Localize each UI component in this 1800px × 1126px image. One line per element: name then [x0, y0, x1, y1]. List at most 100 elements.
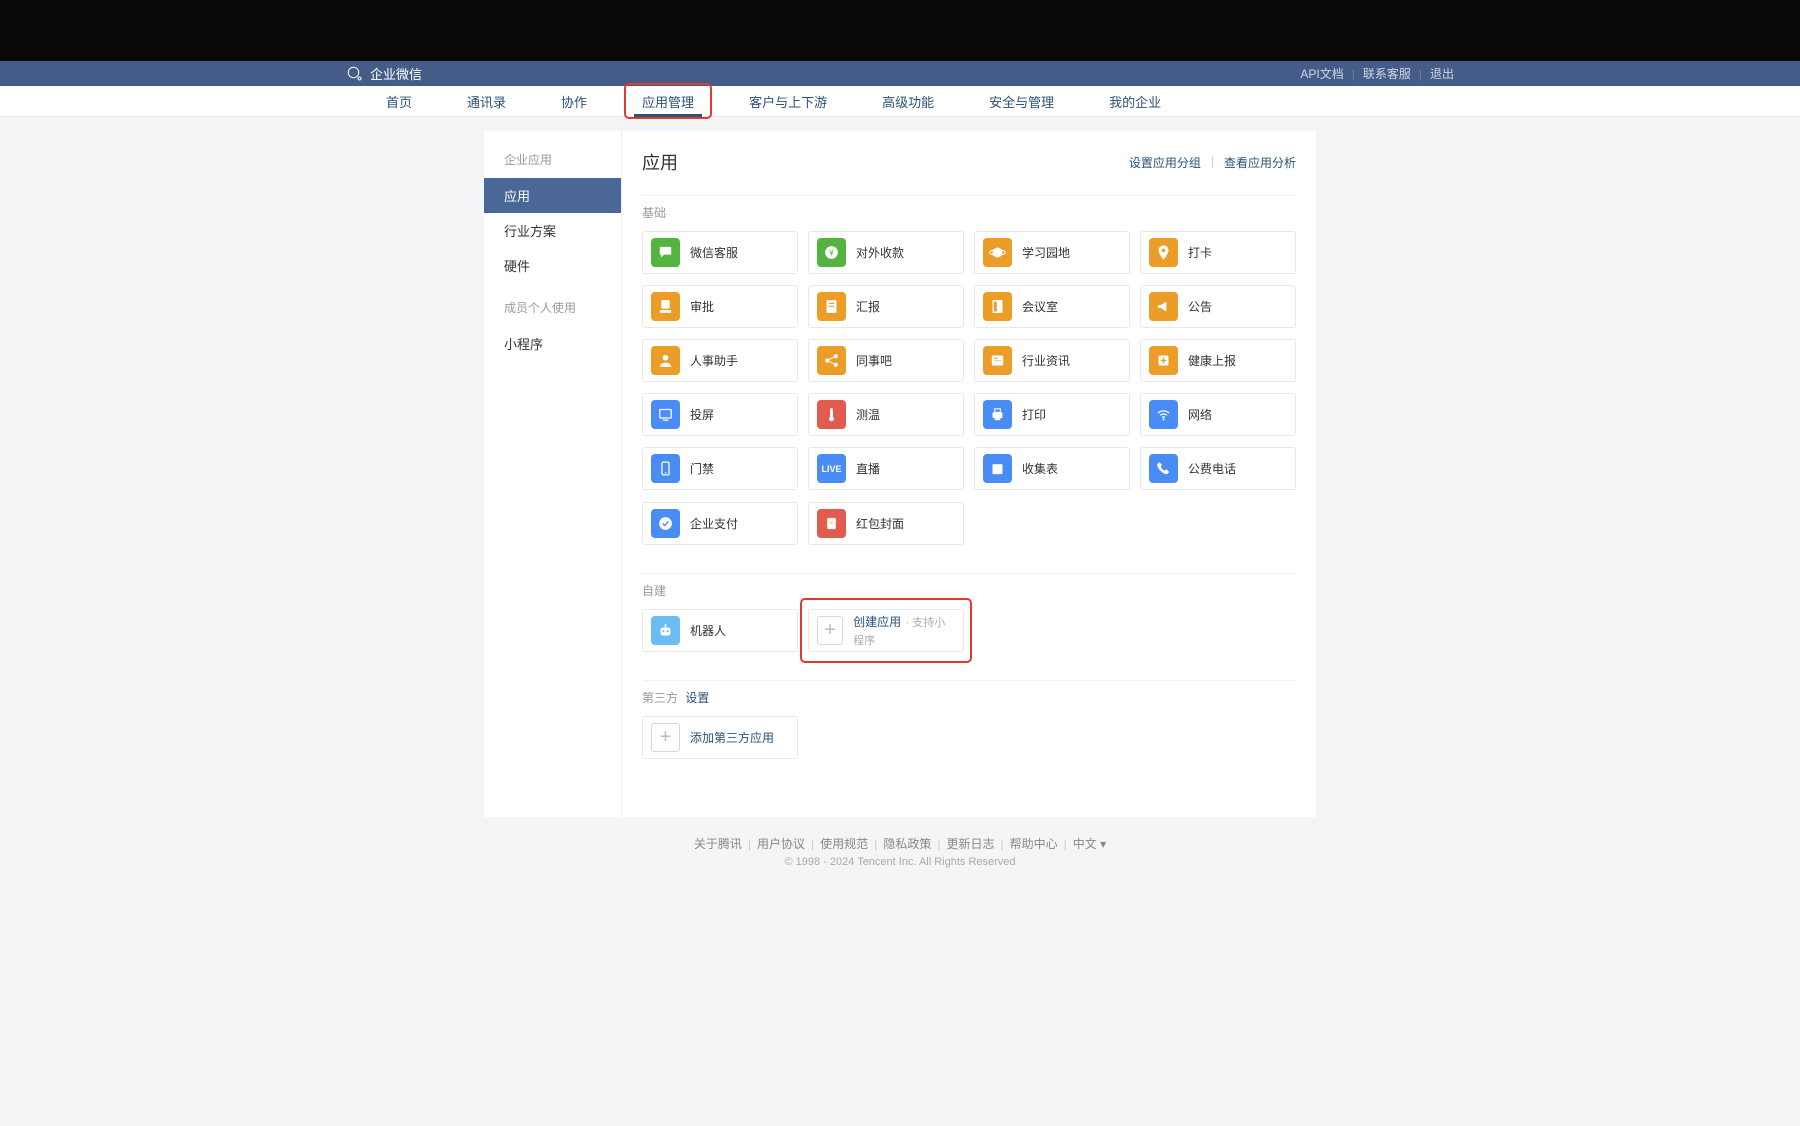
horn-icon: [1149, 292, 1178, 321]
temp-icon: [817, 400, 846, 429]
footer-link[interactable]: 帮助中心: [1010, 837, 1058, 851]
main-content: 应用 设置应用分组 | 查看应用分析 基础 微信客服对外收款学习园地打卡审批汇报…: [622, 131, 1316, 817]
app-card-label: 同事吧: [856, 352, 892, 369]
share-icon: [817, 346, 846, 375]
nav-tab[interactable]: 安全与管理: [989, 86, 1054, 117]
create-app-button[interactable]: +创建应用 · 支持小程序: [808, 609, 964, 652]
browser-chrome-bar: [0, 0, 1800, 61]
footer-link[interactable]: 使用规范: [820, 837, 868, 851]
robot-icon: [651, 616, 680, 645]
footer-link[interactable]: 关于腾讯: [694, 837, 742, 851]
footer-link[interactable]: 用户协议: [757, 837, 805, 851]
app-card[interactable]: 打卡: [1140, 231, 1296, 274]
app-card[interactable]: 网络: [1140, 393, 1296, 436]
add-thirdparty-label: 添加第三方应用: [690, 729, 774, 746]
section-third-label: 第三方 设置: [642, 680, 1296, 716]
app-card[interactable]: 投屏: [642, 393, 798, 436]
app-card-label: 测温: [856, 406, 880, 423]
live-icon: LIVE: [817, 454, 846, 483]
footer: 关于腾讯|用户协议|使用规范|隐私政策|更新日志|帮助中心|中文 ▾: [0, 817, 1800, 856]
app-card[interactable]: 同事吧: [808, 339, 964, 382]
yen-icon: [817, 238, 846, 267]
app-card[interactable]: 人事助手: [642, 339, 798, 382]
print-icon: [983, 400, 1012, 429]
sidebar-item[interactable]: 硬件: [484, 248, 621, 283]
app-card-label: 汇报: [856, 298, 880, 315]
nav-tab[interactable]: 通讯录: [467, 86, 506, 117]
nav-tab[interactable]: 协作: [561, 86, 587, 117]
app-card[interactable]: 行业资讯: [974, 339, 1130, 382]
app-card[interactable]: 门禁: [642, 447, 798, 490]
sidebar-item[interactable]: 应用: [484, 178, 621, 213]
app-card-label: 人事助手: [690, 352, 738, 369]
plus-icon: +: [817, 616, 843, 645]
nav-tab[interactable]: 应用管理: [642, 86, 694, 117]
stamp-icon: [651, 292, 680, 321]
form-icon: [983, 454, 1012, 483]
app-card-label: 审批: [690, 298, 714, 315]
app-card-label: 机器人: [690, 622, 726, 639]
app-card[interactable]: 公告: [1140, 285, 1296, 328]
phone-icon: [1149, 454, 1178, 483]
footer-link[interactable]: 隐私政策: [883, 837, 931, 851]
app-card-label: 对外收款: [856, 244, 904, 261]
app-card[interactable]: 收集表: [974, 447, 1130, 490]
app-card[interactable]: 汇报: [808, 285, 964, 328]
section-basic-label: 基础: [642, 195, 1296, 231]
sidebar-group-enterprise: 企业应用: [484, 147, 621, 178]
app-card[interactable]: LIVE 直播: [808, 447, 964, 490]
nav-tab[interactable]: 客户与上下游: [749, 86, 827, 117]
news-icon: [983, 346, 1012, 375]
third-party-settings-link[interactable]: 设置: [685, 691, 709, 705]
set-app-group-link[interactable]: 设置应用分组: [1129, 154, 1201, 171]
app-card-label: 直播: [856, 460, 880, 477]
app-card[interactable]: 健康上报: [1140, 339, 1296, 382]
cast-icon: [651, 400, 680, 429]
redpacket-icon: [817, 509, 846, 538]
app-card-label: 网络: [1188, 406, 1212, 423]
app-card[interactable]: 公费电话: [1140, 447, 1296, 490]
app-card-label: 门禁: [690, 460, 714, 477]
page-title: 应用: [642, 149, 678, 175]
mobile-icon: [651, 454, 680, 483]
view-analysis-link[interactable]: 查看应用分析: [1224, 154, 1296, 171]
app-card[interactable]: 会议室: [974, 285, 1130, 328]
sidebar-item[interactable]: 行业方案: [484, 213, 621, 248]
app-card[interactable]: 机器人: [642, 609, 798, 652]
logout-link[interactable]: 退出: [1430, 65, 1454, 82]
header-links: API文档 | 联系客服 | 退出: [1300, 65, 1454, 82]
planet-icon: [983, 238, 1012, 267]
app-card[interactable]: 打印: [974, 393, 1130, 436]
app-card[interactable]: 学习园地: [974, 231, 1130, 274]
brand-name: 企业微信: [370, 64, 422, 83]
nav-tab[interactable]: 首页: [386, 86, 412, 117]
nav-tab[interactable]: 我的企业: [1109, 86, 1161, 117]
app-card-label: 健康上报: [1188, 352, 1236, 369]
app-card-label: 打印: [1022, 406, 1046, 423]
wecom-logo-icon: [346, 65, 364, 83]
add-thirdparty-button[interactable]: +添加第三方应用: [642, 716, 798, 759]
app-card[interactable]: 微信客服: [642, 231, 798, 274]
app-card-label: 学习园地: [1022, 244, 1070, 261]
section-custom-label: 自建: [642, 573, 1296, 609]
footer-link[interactable]: 中文 ▾: [1073, 837, 1106, 851]
app-card[interactable]: 企业支付: [642, 502, 798, 545]
app-card-label: 投屏: [690, 406, 714, 423]
sidebar-item[interactable]: 小程序: [484, 326, 621, 361]
contact-link[interactable]: 联系客服: [1363, 65, 1411, 82]
brand-logo[interactable]: 企业微信: [346, 64, 422, 83]
app-card[interactable]: 测温: [808, 393, 964, 436]
door-icon: [983, 292, 1012, 321]
chat-icon: [651, 238, 680, 267]
footer-link[interactable]: 更新日志: [946, 837, 994, 851]
app-card[interactable]: 红包封面: [808, 502, 964, 545]
app-card-label: 公告: [1188, 298, 1212, 315]
app-card-label: 微信客服: [690, 244, 738, 261]
app-card-label: 行业资讯: [1022, 352, 1070, 369]
nav-tab[interactable]: 高级功能: [882, 86, 934, 117]
nav-bar: 首页 通讯录 协作 应用管理 客户与上下游 高级功能 安全与管理 我的企业: [0, 86, 1800, 117]
app-card[interactable]: 对外收款: [808, 231, 964, 274]
pay-icon: [651, 509, 680, 538]
app-card[interactable]: 审批: [642, 285, 798, 328]
api-docs-link[interactable]: API文档: [1300, 65, 1343, 82]
